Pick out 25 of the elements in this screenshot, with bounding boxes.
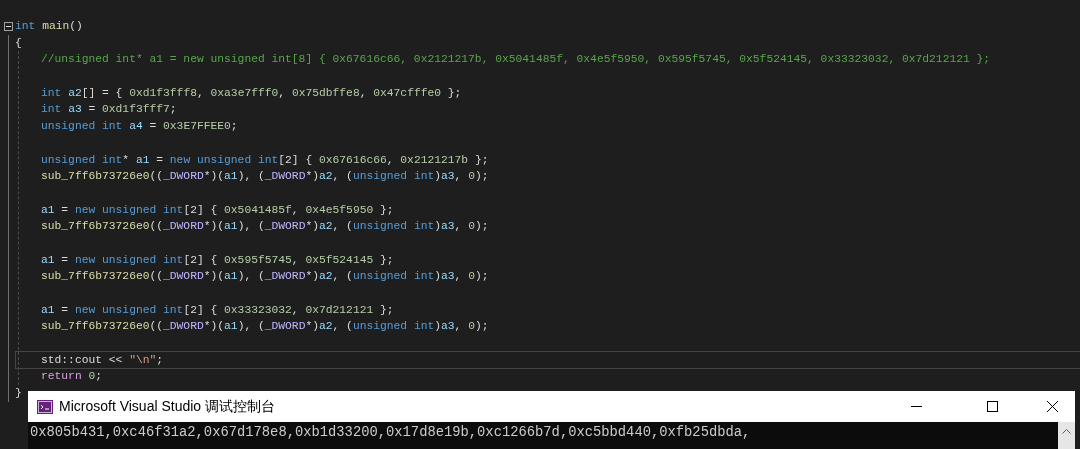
window-title: Microsoft Visual Studio 调试控制台: [59, 397, 276, 416]
code-line: return 0;: [41, 369, 104, 385]
code-line: sub_7ff6b73726e0((_DWORD*)(a1), (_DWORD*)a2, (unsigned int)a3, 0);: [41, 319, 490, 335]
code-line: a1 = new unsigned int[2] { 0x595f5745, 0x5f524145 };: [41, 252, 395, 268]
code-line: sub_7ff6b73726e0((_DWORD*)(a1), (_DWORD*)a2, (unsigned int)a3, 0);: [41, 269, 490, 285]
collapse-icon[interactable]: [4, 21, 13, 31]
code-line: unsigned int* a1 = new unsigned int[2] { 0x67616c66, 0x2121217b };: [41, 152, 490, 168]
code-line: {: [15, 35, 23, 51]
code-line: sub_7ff6b73726e0((_DWORD*)(a1), (_DWORD*)a2, (unsigned int)a3, 0);: [41, 169, 490, 185]
console-app-icon: [37, 399, 53, 414]
code-line: int a3 = 0xd1f3fff7;: [41, 102, 178, 118]
code-line: int a2[] = { 0xd1f3fff8, 0xa3e7fff0, 0x75dbffe8, 0x47cfffe0 };: [41, 85, 463, 101]
close-icon: [1046, 401, 1058, 412]
code-line: a1 = new unsigned int[2] { 0x33323032, 0x7d212121 };: [41, 302, 395, 318]
code-line: unsigned int a4 = 0x3E7FFEE0;: [41, 119, 239, 135]
code-line: //unsigned int* a1 = new unsigned int[8] { 0x67616c66, 0x2121217b, 0x5041485f, 0x4e5f5950, 0x595f5745, 0x5f524145, 0x33323032, 0x7d212121 };: [41, 52, 992, 68]
code-line: sub_7ff6b73726e0((_DWORD*)(a1), (_DWORD*)a2, (unsigned int)a3, 0);: [41, 219, 490, 235]
code-line: }: [15, 386, 23, 402]
code-line: a1 = new unsigned int[2] { 0x5041485f, 0x4e5f5950 };: [41, 202, 395, 218]
code-line: int main(): [15, 19, 83, 34]
console-output: 0x805b431,0xc46f31a2,0x67d178e8,0xb1d33200,0x17d8e19b,0xc1266b7d,0xc5bbd440,0xfb25dbda,: [29, 424, 752, 442]
scroll-up-icon[interactable]: [1062, 428, 1071, 434]
maximize-icon: [986, 401, 998, 412]
current-code-line: std::cout << "\n";: [16, 351, 1080, 369]
scrollbar[interactable]: [1058, 422, 1075, 449]
